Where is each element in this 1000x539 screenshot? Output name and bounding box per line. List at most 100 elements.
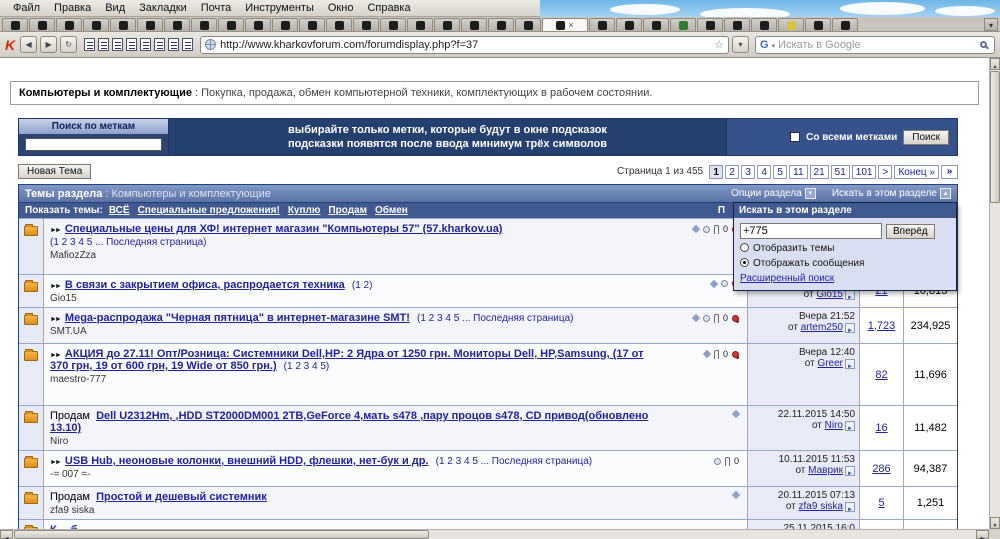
toolbar-button-icon[interactable] bbox=[140, 38, 151, 51]
show-posts-radio[interactable] bbox=[740, 258, 749, 267]
tag-search-input[interactable] bbox=[25, 138, 162, 151]
thread-author[interactable]: Gio15 bbox=[50, 293, 657, 304]
new-thread-button[interactable]: Новая Тема bbox=[18, 164, 91, 179]
forum-options-button[interactable]: Опции раздела bbox=[731, 188, 816, 199]
attachment-count[interactable]: 0 bbox=[734, 456, 739, 466]
all-tags-checkbox[interactable] bbox=[790, 132, 800, 142]
browser-tab[interactable] bbox=[2, 18, 28, 31]
back-button[interactable]: ◀ bbox=[20, 36, 37, 53]
browser-tab[interactable] bbox=[805, 18, 831, 31]
thread-page-links[interactable]: (1 2 3 4 5) bbox=[284, 361, 330, 372]
thread-author[interactable]: Niro bbox=[50, 436, 657, 447]
scroll-left-icon[interactable] bbox=[0, 530, 13, 539]
replies-link[interactable]: 16 bbox=[875, 422, 887, 434]
menu-item[interactable]: Окно bbox=[321, 1, 361, 15]
thread-title-link[interactable]: Mega-распродажа "Черная пятница" в интер… bbox=[65, 312, 410, 324]
show-threads-radio[interactable] bbox=[740, 243, 749, 252]
attachment-count[interactable]: 0 bbox=[723, 224, 728, 234]
reload-button[interactable]: ↻ bbox=[60, 36, 77, 53]
last-post-user-link[interactable]: Greer bbox=[817, 358, 843, 369]
thread-title-link[interactable]: Dell U2312Hm, ,HDD ST2000DM001 2TB,GeFor… bbox=[50, 410, 648, 434]
page-number[interactable]: Конец » bbox=[894, 165, 939, 179]
go-to-last-post-icon[interactable] bbox=[845, 359, 855, 369]
browser-tab[interactable] bbox=[245, 18, 271, 31]
page-number[interactable]: 1 bbox=[709, 165, 723, 179]
url-input[interactable] bbox=[220, 39, 710, 51]
browser-tab[interactable] bbox=[778, 18, 804, 31]
menu-item[interactable]: Вид bbox=[98, 1, 132, 15]
menu-item[interactable]: Файл bbox=[6, 1, 47, 15]
toolbar-button-icon[interactable] bbox=[182, 38, 193, 51]
browser-tab[interactable] bbox=[832, 18, 858, 31]
browser-tab[interactable] bbox=[164, 18, 190, 31]
page-number[interactable]: 11 bbox=[789, 165, 807, 179]
go-to-last-post-icon[interactable] bbox=[845, 466, 855, 476]
thread-page-links[interactable]: (1 2 3 4 5 ... Последняя страница) bbox=[50, 237, 657, 248]
paperclip-icon[interactable] bbox=[714, 314, 719, 323]
filter-link[interactable]: Обмен bbox=[375, 205, 408, 216]
toolbar-button-icon[interactable] bbox=[168, 38, 179, 51]
page-number[interactable]: 51 bbox=[831, 165, 850, 179]
page-number[interactable]: 5 bbox=[773, 165, 787, 179]
forward-button[interactable]: ▶ bbox=[40, 36, 57, 53]
browser-tab[interactable] bbox=[191, 18, 217, 31]
browser-tab[interactable] bbox=[616, 18, 642, 31]
browser-tab[interactable] bbox=[407, 18, 433, 31]
menu-item[interactable]: Правка bbox=[47, 1, 98, 15]
section-search-go-button[interactable]: Вперёд bbox=[886, 224, 935, 239]
web-search-input[interactable] bbox=[778, 39, 977, 51]
go-to-last-post-icon[interactable] bbox=[845, 502, 855, 512]
browser-tab[interactable] bbox=[515, 18, 541, 31]
page-number[interactable]: > bbox=[878, 165, 892, 179]
thread-title-link[interactable]: АКЦИЯ до 27.11! Опт/Розница: Системники … bbox=[50, 348, 644, 372]
browser-tab[interactable] bbox=[488, 18, 514, 31]
thread-author[interactable]: MafiozZza bbox=[50, 250, 657, 261]
thread-title-link[interactable]: Специальные цены для ХФ! интернет магази… bbox=[65, 223, 503, 235]
menu-item[interactable]: Инструменты bbox=[238, 1, 321, 15]
toolbar-button-icon[interactable] bbox=[126, 38, 137, 51]
magnifier-icon[interactable] bbox=[980, 41, 987, 48]
tag-search-button[interactable]: Поиск bbox=[903, 130, 949, 145]
tab-close-icon[interactable]: × bbox=[568, 21, 573, 30]
browser-tab[interactable] bbox=[724, 18, 750, 31]
toolbar-button-icon[interactable] bbox=[154, 38, 165, 51]
replies-link[interactable]: 1,723 bbox=[868, 320, 896, 332]
filter-link[interactable]: Куплю bbox=[288, 205, 321, 216]
menu-item[interactable]: Справка bbox=[360, 1, 417, 15]
page-number[interactable]: 21 bbox=[810, 165, 829, 179]
page-number[interactable]: 2 bbox=[725, 165, 739, 179]
thread-title-link[interactable]: Простой и дешевый системник bbox=[96, 491, 267, 503]
toolbar-button-icon[interactable] bbox=[112, 38, 123, 51]
thread-page-links[interactable]: (1 2) bbox=[352, 280, 373, 291]
attachment-count[interactable]: 0 bbox=[723, 313, 728, 323]
browser-tab[interactable] bbox=[299, 18, 325, 31]
thread-author[interactable]: SMT.UA bbox=[50, 326, 657, 337]
filter-link[interactable]: Продам bbox=[328, 205, 367, 216]
paperclip-icon[interactable] bbox=[714, 350, 719, 359]
pagination-last-icon[interactable] bbox=[941, 165, 958, 179]
vertical-scroll-thumb[interactable] bbox=[990, 71, 1000, 203]
browser-tab[interactable] bbox=[272, 18, 298, 31]
browser-tab[interactable] bbox=[83, 18, 109, 31]
go-to-last-post-icon[interactable] bbox=[845, 290, 855, 300]
menu-item[interactable]: Закладки bbox=[132, 1, 194, 15]
forum-search-button[interactable]: Искать в этом разделе bbox=[832, 188, 951, 199]
browser-tab[interactable] bbox=[643, 18, 669, 31]
last-post-user-link[interactable]: artem250 bbox=[801, 322, 843, 333]
scroll-right-icon[interactable] bbox=[976, 530, 989, 539]
browser-tab[interactable] bbox=[326, 18, 352, 31]
search-bar[interactable] bbox=[755, 36, 995, 54]
replies-link[interactable]: 286 bbox=[872, 463, 890, 475]
browser-tab[interactable] bbox=[56, 18, 82, 31]
page-number[interactable]: 3 bbox=[741, 165, 755, 179]
browser-tab[interactable] bbox=[218, 18, 244, 31]
filter-link[interactable]: Специальные предложения! bbox=[138, 205, 280, 216]
browser-tab-active[interactable]: × bbox=[542, 18, 588, 31]
thread-page-links[interactable]: (1 2 3 4 5 ... Последняя страница) bbox=[436, 456, 592, 467]
browser-tab[interactable] bbox=[461, 18, 487, 31]
thread-author[interactable]: maestro-777 bbox=[50, 374, 657, 385]
browser-tab[interactable] bbox=[29, 18, 55, 31]
vertical-scrollbar[interactable] bbox=[989, 58, 1000, 529]
attachment-count[interactable]: 0 bbox=[723, 349, 728, 359]
browser-tab[interactable] bbox=[434, 18, 460, 31]
